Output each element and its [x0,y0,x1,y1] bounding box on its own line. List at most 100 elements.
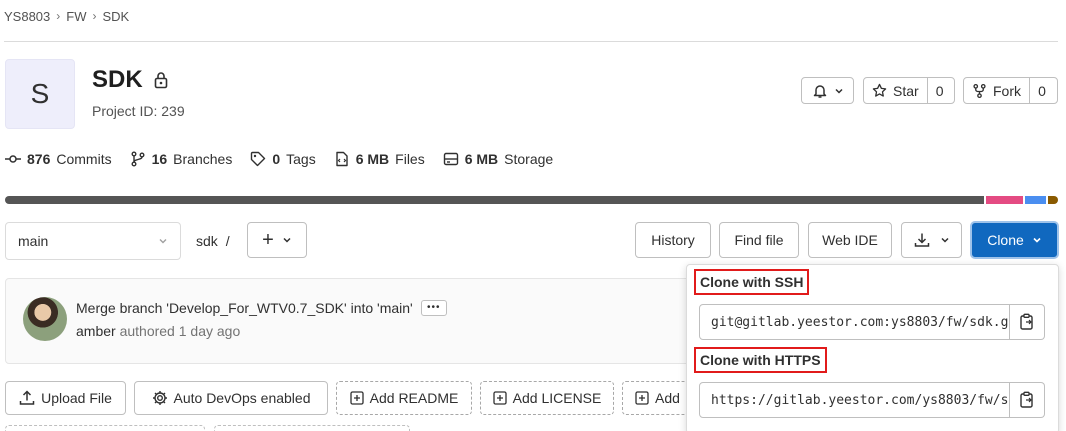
stat-branches[interactable]: 16 Branches [130,151,233,167]
project-title: SDK [92,66,143,93]
notification-button[interactable] [801,77,854,104]
breadcrumb: YS8803 › FW › SDK [4,6,129,26]
language-segment[interactable] [5,196,984,204]
storage-icon [443,152,458,166]
tag-icon [251,151,266,167]
add-readme-button[interactable]: Add README [336,381,472,415]
project-title-wrap: SDK [92,66,169,94]
download-button[interactable] [901,222,962,258]
clone-label: Clone [987,232,1024,248]
commit-author-avatar[interactable] [23,297,67,341]
last-commit-panel [5,278,705,364]
stat-tags[interactable]: 0 Tags [250,151,316,167]
project-id: Project ID: 239 [92,103,185,119]
breadcrumb-separator: › [92,9,97,23]
stat-files[interactable]: 6 MB Files [334,151,425,167]
copy-to-clipboard-icon [1020,313,1033,330]
storage-size: 6 MB [464,151,499,167]
commit-time: authored 1 day ago [119,323,241,339]
fork-label: Fork [993,82,1021,99]
copy-https-url-button[interactable] [1010,382,1045,418]
commits-label: Commits [56,151,112,167]
gear-icon [152,391,167,405]
auto-devops-button[interactable]: Auto DevOps enabled [134,381,328,415]
star-icon [872,83,887,97]
language-segment[interactable] [1024,196,1046,204]
commit-author[interactable]: amber [76,323,116,339]
commits-count: 876 [27,151,51,167]
find-file-button[interactable]: Find file [719,222,799,258]
branch-name: main [18,233,49,249]
fork-button-group: Fork 0 [963,77,1058,104]
copy-ssh-url-button[interactable] [1010,304,1045,340]
clone-button[interactable]: Clone [970,221,1059,259]
ssh-url-field[interactable]: git@gitlab.yeestor.com:ys8803/fw/sdk.git [699,304,1010,340]
stat-commits[interactable]: 876 Commits [5,151,112,167]
lock-icon [154,72,167,89]
add-to-tree-button[interactable]: + [247,222,307,258]
commit-description-toggle[interactable]: ••• [420,300,447,316]
more-action-button[interactable] [214,425,410,431]
auto-devops-label: Auto DevOps enabled [173,390,311,406]
add-more-label: Add [655,390,680,406]
add-license-label: Add LICENSE [512,390,602,406]
chevron-down-icon [283,237,291,243]
history-button[interactable]: History [635,222,711,258]
star-count[interactable]: 0 [928,78,952,103]
project-avatar[interactable]: S [5,59,75,129]
language-segment[interactable] [985,196,1023,204]
commit-icon [5,155,21,163]
plus-square-icon [349,391,364,405]
upload-file-button[interactable]: Upload File [5,381,126,415]
tags-label: Tags [286,151,316,167]
branch-selector[interactable]: main [5,222,181,260]
plus-square-icon [492,391,507,405]
breadcrumb-separator: › [56,9,61,23]
path-separator: / [225,233,230,249]
add-readme-label: Add README [369,390,459,406]
add-license-button[interactable]: Add LICENSE [480,381,614,415]
star-button[interactable]: Star [864,78,928,103]
commit-message[interactable]: Merge branch 'Develop_For_WTV0.7_SDK' in… [76,300,413,316]
copy-to-clipboard-icon [1020,391,1033,408]
stat-storage[interactable]: 6 MB Storage [443,151,554,167]
clone-ssh-label: Clone with SSH [694,269,810,295]
clone-https-label: Clone with HTTPS [694,347,827,373]
chevron-down-icon [159,239,167,244]
project-stats: 876 Commits 16 Branches 0 Tags 6 MB File… [5,151,553,167]
chevron-down-icon [834,88,843,94]
breadcrumb-item-subgroup[interactable]: FW [66,9,86,24]
star-button-group: Star 0 [863,77,955,104]
https-url-field[interactable]: https://gitlab.yeestor.com/ys8803/fw/sdk… [699,382,1010,418]
tags-count: 0 [272,151,281,167]
breadcrumb-item-project[interactable]: SDK [102,9,129,24]
plus-square-icon [635,391,649,405]
more-action-button[interactable] [5,425,205,431]
language-segment[interactable] [1047,196,1058,204]
bell-icon [813,84,826,98]
fork-button[interactable]: Fork [964,78,1030,103]
repository-language-bar [5,196,1058,204]
chevron-down-icon [1033,237,1041,243]
files-label: Files [395,151,425,167]
fork-count[interactable]: 0 [1030,78,1054,103]
upload-icon [19,390,35,405]
file-icon [336,151,348,167]
branch-icon [131,151,145,167]
path-root[interactable]: sdk [196,233,218,249]
commit-meta: amber authored 1 day ago [76,323,240,339]
star-label: Star [893,82,919,99]
web-ide-button[interactable]: Web IDE [808,222,892,258]
header-divider [4,41,1058,42]
upload-label: Upload File [41,390,112,406]
storage-label: Storage [504,151,554,167]
chevron-down-icon [940,237,949,243]
plus-icon: + [262,229,274,251]
branches-count: 16 [151,151,168,167]
breadcrumb-item-group[interactable]: YS8803 [4,9,50,24]
repository-path: sdk / [196,233,230,249]
branches-label: Branches [173,151,233,167]
files-size: 6 MB [355,151,390,167]
add-more-button[interactable]: Add [622,381,688,415]
download-icon [914,233,929,247]
